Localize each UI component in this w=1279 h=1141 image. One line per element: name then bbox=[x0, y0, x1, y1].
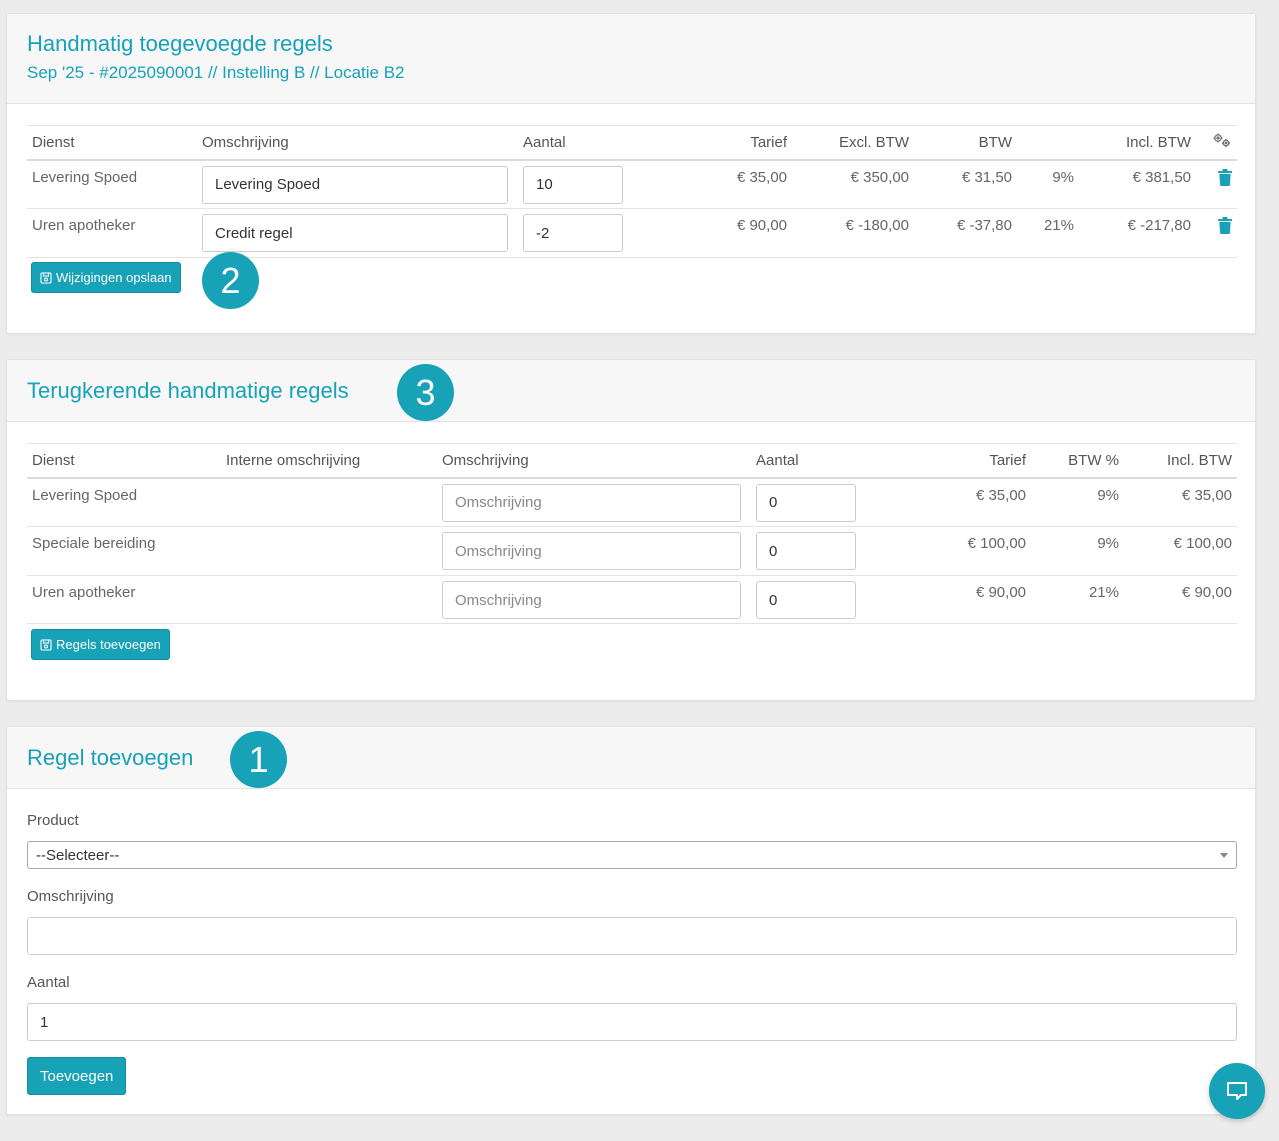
col-omschrijving: Omschrijving bbox=[197, 125, 518, 161]
cell-btw: € -37,80 bbox=[914, 208, 1017, 258]
cell-tarief: € 100,00 bbox=[861, 526, 1031, 576]
col-settings[interactable] bbox=[1196, 125, 1237, 161]
cell-btw-pct: 9% bbox=[1031, 526, 1124, 576]
table-row: Uren apotheker € 90,00 € -180,00 € -37,8… bbox=[27, 208, 1237, 258]
aantal-input[interactable] bbox=[523, 214, 623, 252]
table-row: Levering Spoed € 35,00 € 350,00 € 31,50 … bbox=[27, 159, 1237, 209]
cell-tarief: € 35,00 bbox=[861, 477, 1031, 527]
card-title: Terugkerende handmatige regels bbox=[27, 378, 349, 403]
col-incl-btw: Incl. BTW bbox=[1079, 125, 1196, 161]
cell-dienst: Uren apotheker bbox=[27, 575, 221, 624]
card-title: Regel toevoegen bbox=[27, 745, 194, 770]
toevoegen-button[interactable]: Toevoegen bbox=[27, 1057, 127, 1095]
add-rules-button[interactable]: Regels toevoegen bbox=[31, 629, 170, 660]
card-subtitle: Sep '25 - #2025090001 // Instelling B //… bbox=[27, 63, 405, 82]
col-btw: BTW bbox=[914, 125, 1017, 161]
aantal-input[interactable] bbox=[756, 483, 856, 522]
add-line-card: Regel toevoegen 1 Product --Selecteer-- … bbox=[6, 726, 1256, 1115]
col-omschrijving: Omschrijving bbox=[437, 443, 751, 479]
card-header: Terugkerende handmatige regels bbox=[7, 360, 1255, 422]
omschrijving-input[interactable] bbox=[442, 483, 741, 522]
cell-incl: € 35,00 bbox=[1124, 477, 1237, 527]
col-aantal: Aantal bbox=[751, 443, 861, 479]
save-changes-label: Wijzigingen opslaan bbox=[56, 270, 172, 285]
recurring-lines-card: Terugkerende handmatige regels 3 Dienst … bbox=[6, 359, 1256, 701]
chat-icon bbox=[1227, 1082, 1247, 1100]
col-tarief: Tarief bbox=[628, 125, 792, 161]
cell-intern bbox=[221, 526, 437, 576]
recurring-lines-table: Dienst Interne omschrijving Omschrijving… bbox=[27, 443, 1237, 624]
aantal-input[interactable] bbox=[756, 532, 856, 570]
add-rules-label: Regels toevoegen bbox=[56, 637, 161, 652]
gears-icon[interactable] bbox=[1212, 132, 1232, 148]
cell-dienst: Uren apotheker bbox=[27, 208, 197, 258]
cell-incl: € 90,00 bbox=[1124, 575, 1237, 624]
cell-dienst: Speciale bereiding bbox=[27, 526, 221, 576]
col-btw-pct: BTW % bbox=[1031, 443, 1124, 479]
col-aantal: Aantal bbox=[518, 125, 628, 161]
chevron-down-icon bbox=[1220, 852, 1228, 858]
omschrijving-label: Omschrijving bbox=[27, 888, 114, 905]
step-badge: 2 bbox=[202, 252, 259, 309]
cell-incl: € -217,80 bbox=[1079, 208, 1196, 258]
manual-lines-card: Handmatig toegevoegde regels Sep '25 - #… bbox=[6, 13, 1256, 334]
trash-icon[interactable] bbox=[1218, 217, 1232, 234]
col-tarief: Tarief bbox=[861, 443, 1031, 479]
cell-intern bbox=[221, 575, 437, 624]
aantal-field[interactable] bbox=[27, 1003, 1237, 1041]
table-row: Speciale bereiding € 100,00 9% € 100,00 bbox=[27, 526, 1237, 576]
col-dienst: Dienst bbox=[27, 443, 221, 479]
step-badge: 1 bbox=[230, 731, 287, 788]
omschrijving-input[interactable] bbox=[442, 581, 741, 619]
manual-lines-table: Dienst Omschrijving Aantal Tarief Excl. … bbox=[27, 125, 1237, 258]
card-header: Regel toevoegen bbox=[7, 727, 1255, 789]
product-select-value: --Selecteer-- bbox=[36, 846, 120, 864]
chat-button[interactable] bbox=[1209, 1063, 1265, 1119]
cell-btw-pct: 9% bbox=[1031, 477, 1124, 527]
omschrijving-input[interactable] bbox=[202, 165, 508, 204]
cell-tarief: € 90,00 bbox=[861, 575, 1031, 624]
aantal-input[interactable] bbox=[756, 581, 856, 619]
omschrijving-input[interactable] bbox=[202, 214, 508, 252]
cell-tarief: € 35,00 bbox=[628, 159, 792, 209]
cell-btw-pct: 21% bbox=[1031, 575, 1124, 624]
aantal-label: Aantal bbox=[27, 974, 70, 991]
save-icon bbox=[40, 638, 52, 651]
table-row: Uren apotheker € 90,00 21% € 90,00 bbox=[27, 575, 1237, 624]
trash-icon[interactable] bbox=[1218, 168, 1232, 186]
col-dienst: Dienst bbox=[27, 125, 197, 161]
card-title: Handmatig toegevoegde regels bbox=[27, 31, 333, 56]
cell-tarief: € 90,00 bbox=[628, 208, 792, 258]
cell-excl: € -180,00 bbox=[792, 208, 914, 258]
col-interne-omschrijving: Interne omschrijving bbox=[221, 443, 437, 479]
col-incl-btw: Incl. BTW bbox=[1124, 443, 1237, 479]
cell-incl: € 381,50 bbox=[1079, 159, 1196, 209]
step-badge: 3 bbox=[397, 364, 454, 421]
cell-btw-pct: 21% bbox=[1017, 208, 1079, 258]
cell-dienst: Levering Spoed bbox=[27, 477, 221, 527]
save-icon bbox=[40, 271, 52, 284]
cell-intern bbox=[221, 477, 437, 527]
col-btw-pct bbox=[1017, 125, 1079, 161]
product-label: Product bbox=[27, 812, 79, 829]
cell-btw-pct: 9% bbox=[1017, 159, 1079, 209]
omschrijving-field[interactable] bbox=[27, 917, 1237, 955]
card-header: Handmatig toegevoegde regels Sep '25 - #… bbox=[7, 14, 1255, 104]
save-changes-button[interactable]: Wijzigingen opslaan bbox=[31, 262, 181, 293]
product-select[interactable]: --Selecteer-- bbox=[27, 841, 1237, 869]
cell-btw: € 31,50 bbox=[914, 159, 1017, 209]
aantal-input[interactable] bbox=[523, 165, 623, 204]
cell-dienst: Levering Spoed bbox=[27, 159, 197, 209]
omschrijving-input[interactable] bbox=[442, 532, 741, 570]
cell-excl: € 350,00 bbox=[792, 159, 914, 209]
col-excl-btw: Excl. BTW bbox=[792, 125, 914, 161]
cell-incl: € 100,00 bbox=[1124, 526, 1237, 576]
table-row: Levering Spoed € 35,00 9% € 35,00 bbox=[27, 477, 1237, 527]
